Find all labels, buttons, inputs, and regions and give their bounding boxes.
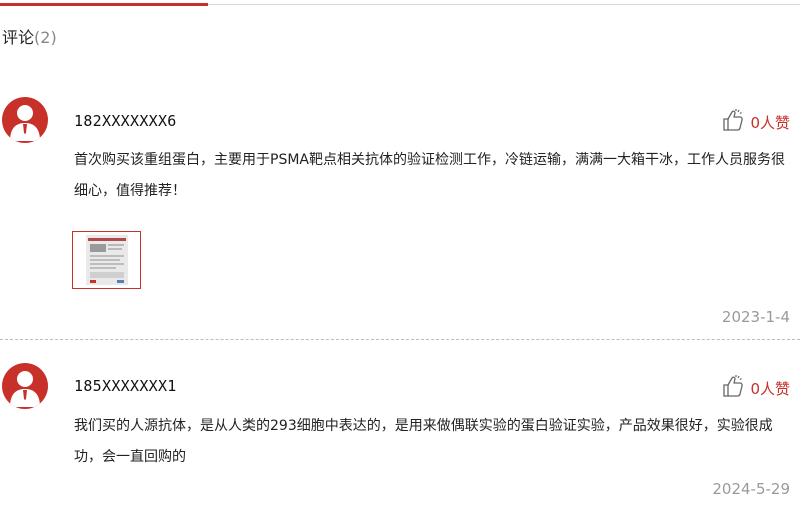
comments-heading: 评论(2) [2,24,57,48]
like-button[interactable]: 0人赞 [722,374,790,402]
attachment-thumbnail[interactable] [72,231,141,289]
comment-username: 182XXXXXXX6 [74,112,177,130]
like-button[interactable]: 0人赞 [722,108,790,136]
comment-date: 2024-5-29 [712,480,790,498]
like-count: 0人赞 [750,379,790,398]
thumbs-up-icon [722,108,744,136]
comment-text: 首次购买该重组蛋白，主要用于PSMA靶点相关抗体的验证检测工作，冷链运输，满满一… [74,152,785,199]
tab-bar [0,0,800,6]
comment-date: 2023-1-4 [721,308,790,326]
comment-username: 185XXXXXXX1 [74,377,177,395]
thumbs-up-icon [722,374,744,402]
comments-count: (2) [34,28,57,47]
user-avatar-icon [2,363,48,409]
comment-text: 我们买的人源抗体，是从人类的293细胞中表达的，是用来做偶联实验的蛋白验证实验，… [74,418,773,465]
comments-heading-label: 评论 [2,28,35,47]
like-count: 0人赞 [750,113,790,132]
comment-divider [0,339,800,340]
tab-active-indicator [0,3,208,6]
user-avatar-icon [2,97,48,143]
